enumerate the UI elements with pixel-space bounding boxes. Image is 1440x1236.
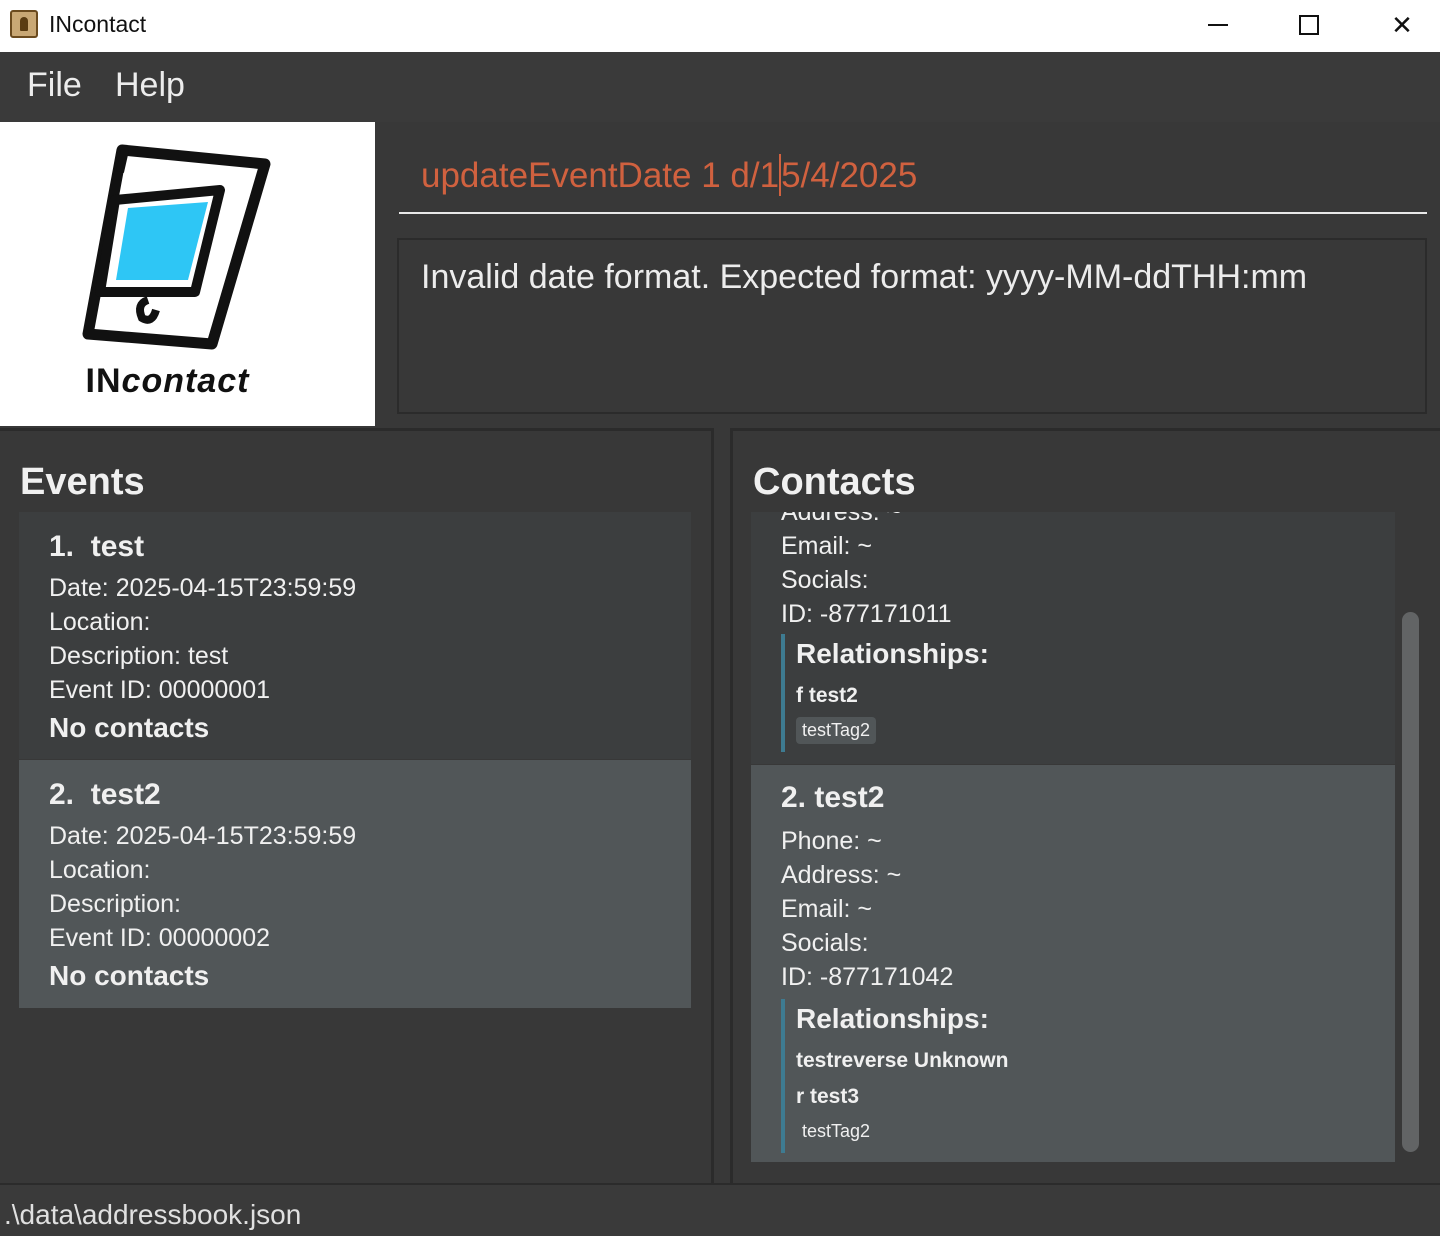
event-card[interactable]: 1. test Date: 2025-04-15T23:59:59 Locati… — [19, 512, 691, 759]
close-icon: ✕ — [1391, 9, 1413, 40]
app-icon — [10, 10, 38, 38]
event-index: 2. — [49, 778, 75, 811]
logo-pane: INcontact — [0, 122, 375, 426]
contact-email: Email: ~ — [781, 532, 873, 560]
event-description: Description: test — [49, 642, 229, 670]
split-divider[interactable] — [714, 428, 730, 1183]
minimize-icon — [1208, 24, 1228, 26]
relationship-item: r test3 — [796, 1085, 860, 1108]
menu-file[interactable]: File — [27, 66, 82, 105]
event-date: Date: 2025-04-15T23:59:59 — [49, 822, 357, 850]
contact-email: Email: ~ — [781, 895, 873, 923]
contact-phone: Phone: ~ — [781, 827, 882, 855]
relationships-title: Relationships: — [796, 638, 989, 669]
logo-text: INcontact — [85, 362, 250, 400]
result-display: Invalid date format. Expected format: yy… — [397, 238, 1427, 414]
maximize-icon — [1299, 15, 1319, 35]
contacts-title: Contacts — [753, 461, 916, 503]
menu-bar: File Help — [0, 52, 1440, 122]
contact-address: Address: ~ — [781, 861, 902, 889]
contact-address: Address: ~ — [781, 512, 902, 526]
event-date: Date: 2025-04-15T23:59:59 — [49, 574, 357, 602]
event-index: 1. — [49, 530, 75, 563]
events-title: Events — [20, 461, 145, 503]
event-contacts: No contacts — [49, 712, 210, 743]
maximize-button[interactable] — [1263, 0, 1355, 50]
event-location: Location: — [49, 608, 151, 636]
events-panel: Events 1. test Date: 2025-04-15T23:59:59… — [0, 428, 714, 1183]
contact-socials: Socials: — [781, 929, 869, 957]
event-name: test2 — [90, 778, 161, 811]
event-id: Event ID: 00000002 — [49, 924, 270, 952]
command-area: updateEventDate 1 d/15/4/2025 Invalid da… — [375, 122, 1440, 427]
event-description: Description: — [49, 890, 181, 918]
contact-socials: Socials: — [781, 566, 869, 594]
command-input[interactable]: updateEventDate 1 d/15/4/2025 — [399, 150, 1427, 214]
status-bar: .\data\addressbook.json — [0, 1183, 1440, 1236]
event-name: test — [90, 530, 145, 563]
contact-id: ID: -877171042 — [781, 963, 954, 991]
contact-card[interactable]: Address: ~ Email: ~ Socials: ID: -877171… — [751, 512, 1395, 764]
relationships-block: Relationships: testreverse Unknown r tes… — [781, 999, 1341, 1153]
contacts-panel: Contacts Address: ~ Email: ~ Socials: ID… — [730, 428, 1440, 1183]
result-message: Invalid date format. Expected format: yy… — [421, 258, 1308, 296]
window-title: INcontact — [49, 11, 147, 37]
event-id: Event ID: 00000001 — [49, 676, 270, 704]
contact-card[interactable]: 2. test2 Phone: ~ Address: ~ Email: ~ So… — [751, 765, 1395, 1162]
event-location: Location: — [49, 856, 151, 884]
contact-id: ID: -877171011 — [781, 600, 952, 628]
data-file-path: .\data\addressbook.json — [4, 1199, 302, 1230]
phone-logo-icon — [82, 144, 271, 350]
command-text: updateEventDate 1 d/15/4/2025 — [421, 153, 917, 196]
close-button[interactable]: ✕ — [1356, 0, 1440, 50]
contact-heading: 2. test2 — [781, 781, 885, 814]
minimize-button[interactable] — [1172, 0, 1264, 50]
title-bar: INcontact ✕ — [0, 0, 1440, 52]
contact-tag: testTag2 — [802, 1121, 871, 1141]
relationship-item: testreverse Unknown — [796, 1049, 1009, 1072]
menu-help[interactable]: Help — [115, 66, 185, 105]
event-contacts: No contacts — [49, 960, 210, 991]
relationships-block: Relationships: f test2 testTag2 — [781, 634, 1341, 752]
contacts-list[interactable]: Address: ~ Email: ~ Socials: ID: -877171… — [751, 512, 1395, 1162]
event-card[interactable]: 2. test2 Date: 2025-04-15T23:59:59 Locat… — [19, 760, 691, 1008]
relationship-item: f test2 — [796, 684, 858, 707]
relationships-title: Relationships: — [796, 1003, 989, 1034]
contacts-scrollbar-thumb[interactable] — [1402, 612, 1419, 1152]
contact-tag: testTag2 — [796, 717, 877, 744]
